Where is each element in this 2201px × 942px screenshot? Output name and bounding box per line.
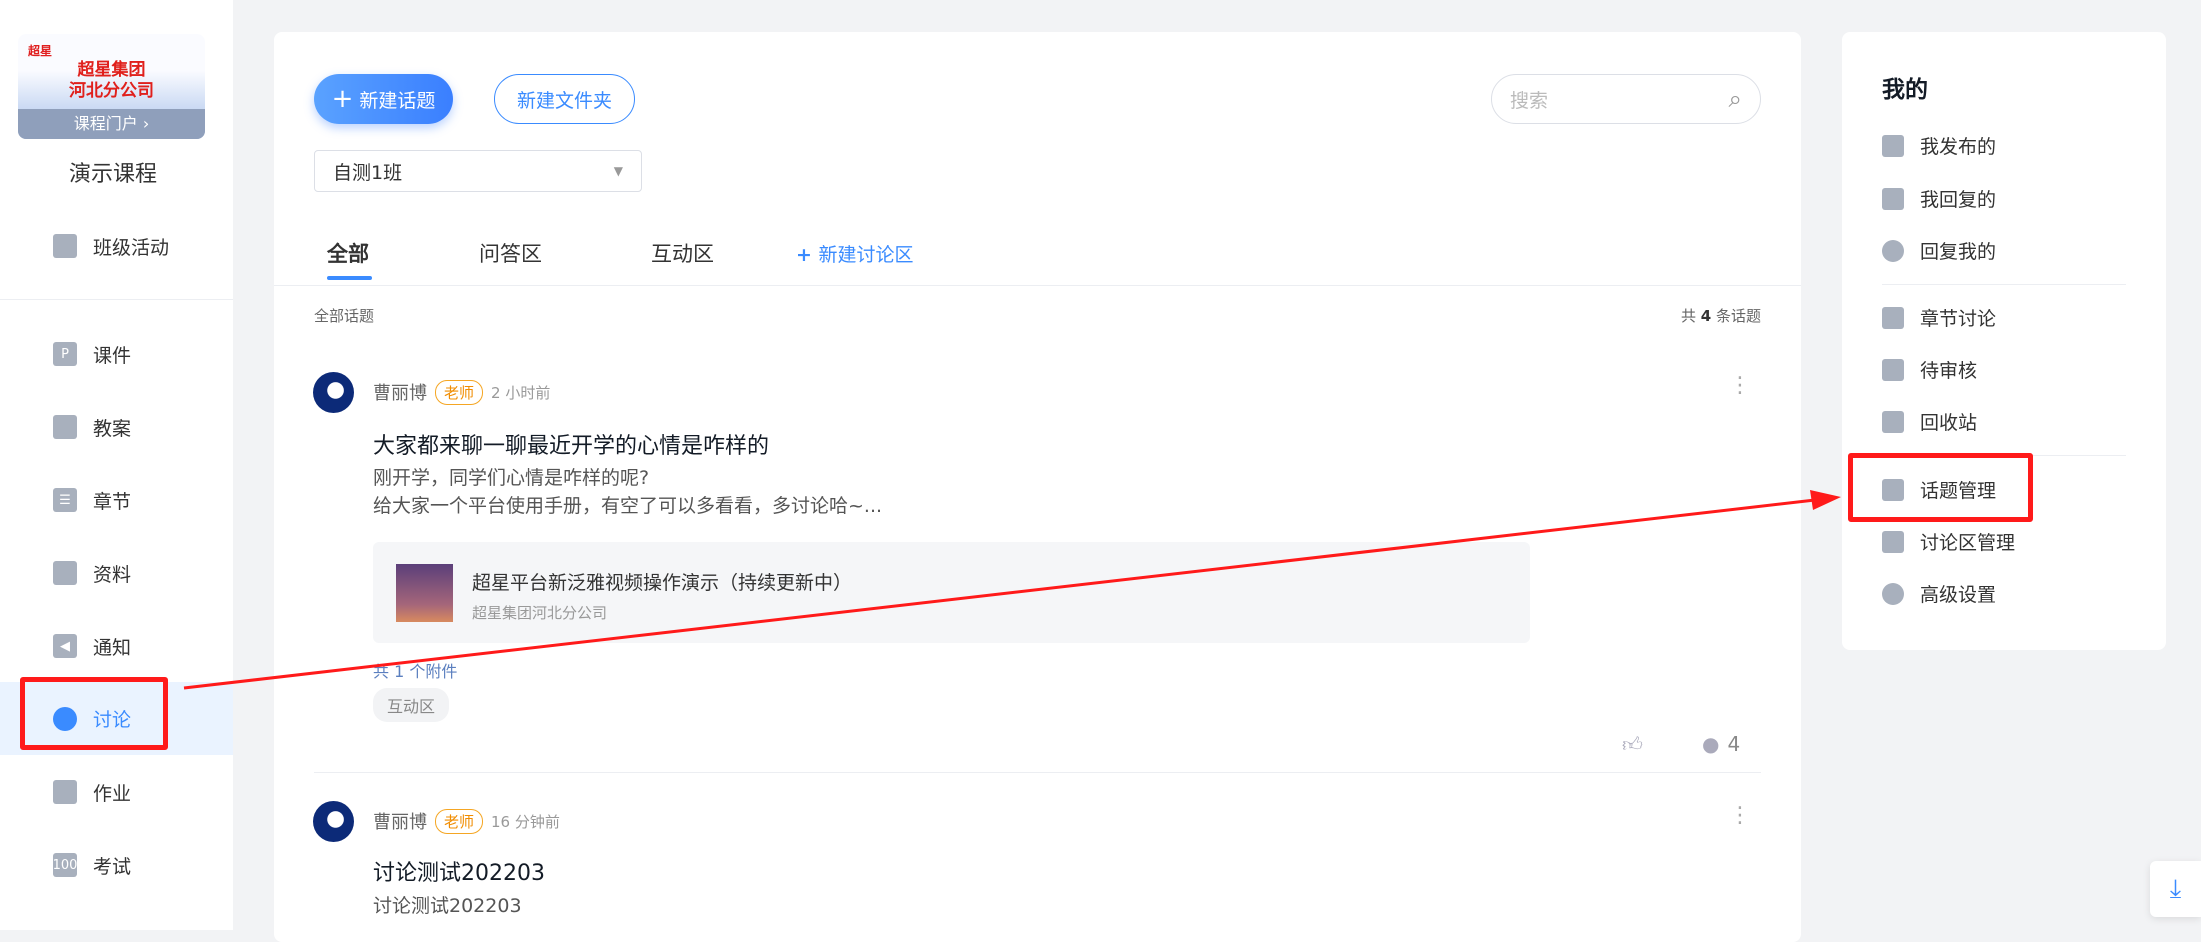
arrow-head [1810,490,1841,510]
annotation-arrow [183,490,1841,690]
arrow-line [183,498,1816,690]
